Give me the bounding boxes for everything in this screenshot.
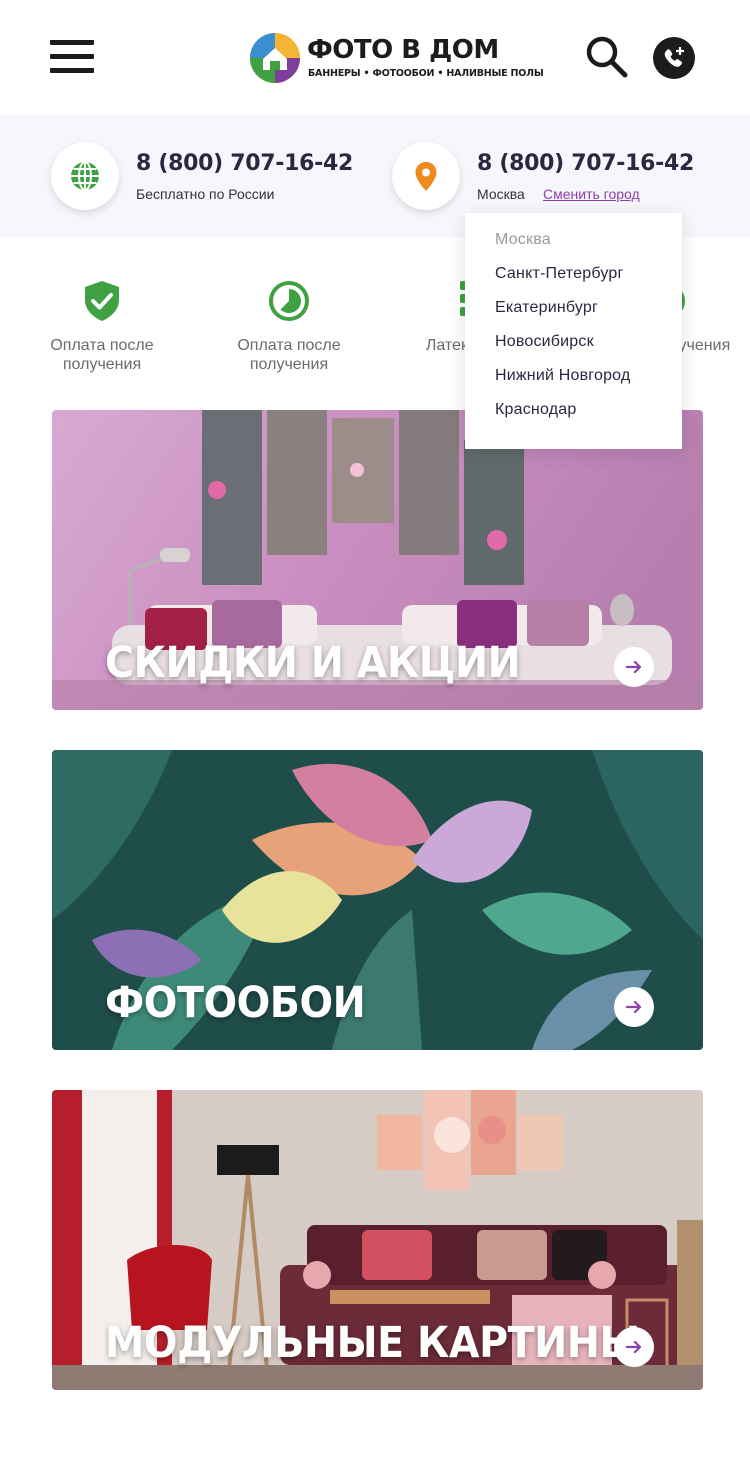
banner-title: ФОТООБОИ	[105, 978, 366, 1028]
phone-number-federal[interactable]: 8 (800) 707-16-42	[136, 151, 353, 176]
site-header: ФОТО В ДОМ БАННЕРЫ • ФОТООБОИ • НАЛИВНЫЕ…	[0, 0, 750, 115]
arrow-right-icon[interactable]	[614, 647, 654, 687]
globe-icon	[51, 142, 119, 210]
logo-mark-icon	[250, 33, 300, 83]
city-option[interactable]: Краснодар	[465, 400, 682, 434]
contact-city: 8 (800) 707-16-42 Москва Сменить город	[392, 142, 694, 210]
category-banner-sales[interactable]: СКИДКИ И АКЦИИ	[52, 410, 703, 710]
feature-item: Оплата после получения	[219, 280, 359, 374]
phone-add-icon	[664, 47, 684, 67]
city-option[interactable]: Санкт-Петербург	[465, 264, 682, 298]
feature-item: Оплата после получения	[32, 280, 172, 374]
logo-subtitle: БАННЕРЫ • ФОТООБОИ • НАЛИВНЫЕ ПОЛЫ	[308, 68, 544, 79]
feature-text: Оплата после получения	[50, 337, 154, 373]
city-dropdown: Москва Санкт-Петербург Екатеринбург Ново…	[465, 213, 682, 449]
phone-caption-federal: Бесплатно по России	[136, 186, 275, 202]
city-option[interactable]: Новосибирск	[465, 332, 682, 366]
hamburger-menu-icon[interactable]	[50, 38, 94, 78]
banner-title: СКИДКИ И АКЦИИ	[105, 638, 521, 688]
banner-title: МОДУЛЬНЫЕ КАРТИНЫ	[105, 1318, 640, 1368]
site-logo[interactable]: ФОТО В ДОМ БАННЕРЫ • ФОТООБОИ • НАЛИВНЫЕ…	[249, 32, 544, 84]
change-city-link[interactable]: Сменить город	[543, 186, 640, 202]
feature-text: Оплата после получения	[237, 337, 341, 373]
city-option[interactable]: Нижний Новгород	[465, 366, 682, 400]
arrow-right-icon[interactable]	[614, 1327, 654, 1367]
location-pin-icon	[392, 142, 460, 210]
shield-check-icon	[85, 281, 119, 321]
phone-number-city[interactable]: 8 (800) 707-16-42	[477, 151, 694, 176]
logo-title: ФОТО В ДОМ	[307, 35, 499, 65]
contact-federal: 8 (800) 707-16-42 Бесплатно по России	[51, 142, 353, 210]
call-button[interactable]	[653, 37, 695, 79]
category-banner-modular-pictures[interactable]: МОДУЛЬНЫЕ КАРТИНЫ	[52, 1090, 703, 1390]
city-option-current[interactable]: Москва	[465, 230, 682, 264]
search-icon[interactable]	[585, 35, 629, 79]
clock-icon	[269, 281, 309, 321]
city-option[interactable]: Екатеринбург	[465, 298, 682, 332]
current-city-label: Москва	[477, 186, 525, 202]
arrow-right-icon[interactable]	[614, 987, 654, 1027]
category-banner-wallpapers[interactable]: ФОТООБОИ	[52, 750, 703, 1050]
